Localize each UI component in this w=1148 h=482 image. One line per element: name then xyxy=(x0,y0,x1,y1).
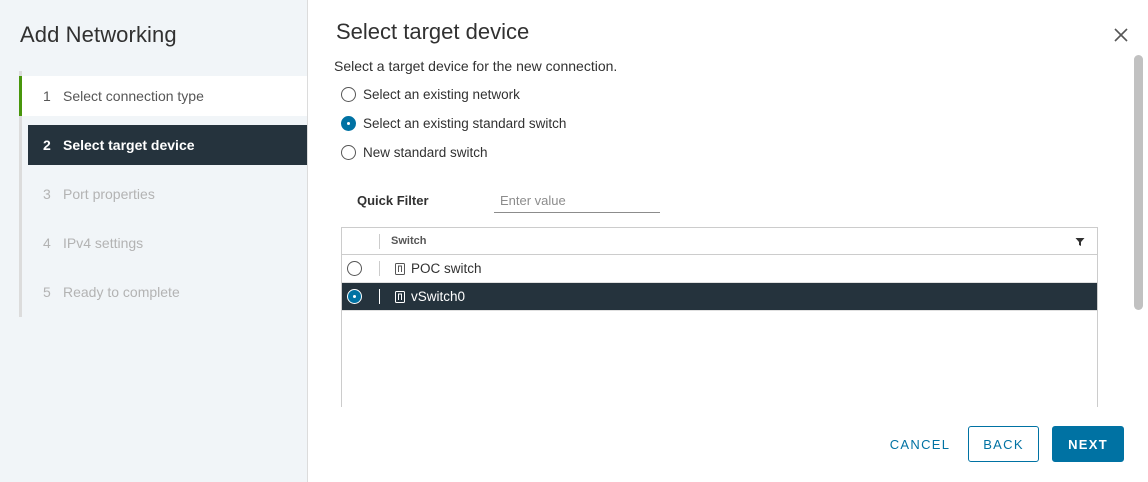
step-number: 1 xyxy=(43,88,51,104)
close-button[interactable] xyxy=(1112,26,1130,44)
row-radio[interactable] xyxy=(347,289,362,304)
wizard-step-select-target-device[interactable]: 2 Select target device xyxy=(28,125,307,165)
step-number: 3 xyxy=(43,186,51,202)
content-scrollbar[interactable] xyxy=(1130,55,1146,403)
option-existing-network[interactable]: Select an existing network xyxy=(341,87,520,102)
grid-header: Switch xyxy=(342,228,1097,255)
wizard-step-ipv4-settings: 4 IPv4 settings xyxy=(19,223,307,263)
switch-grid: Switch POC switch vSwitch0 xyxy=(341,227,1098,407)
option-label: New standard switch xyxy=(363,145,488,160)
row-radio[interactable] xyxy=(347,261,362,276)
selection-column-header xyxy=(342,228,380,254)
scrollbar-thumb[interactable] xyxy=(1134,55,1143,310)
step-label: Ready to complete xyxy=(63,284,180,300)
column-header-switch[interactable]: Switch xyxy=(380,235,426,247)
step-label: Port properties xyxy=(63,186,155,202)
step-number: 4 xyxy=(43,235,51,251)
row-select-cell[interactable] xyxy=(342,255,380,282)
step-label: Select target device xyxy=(63,137,195,153)
wizard-step-ready-to-complete: 5 Ready to complete xyxy=(19,272,307,312)
filter-icon xyxy=(1075,238,1085,246)
radio-existing-network[interactable] xyxy=(341,87,356,102)
wizard-title: Add Networking xyxy=(20,22,177,47)
page-subtitle: Select a target device for the new conne… xyxy=(334,58,618,74)
wizard-step-port-properties: 3 Port properties xyxy=(19,174,307,214)
cancel-button[interactable]: CANCEL xyxy=(884,426,956,462)
step-label: IPv4 settings xyxy=(63,235,144,251)
radio-new-standard-switch[interactable] xyxy=(341,145,356,160)
radio-existing-standard-switch[interactable] xyxy=(341,116,356,131)
option-label: Select an existing standard switch xyxy=(363,116,567,131)
table-row[interactable]: POC switch xyxy=(342,255,1097,283)
option-new-standard-switch[interactable]: New standard switch xyxy=(341,145,488,160)
wizard-step-select-connection-type[interactable]: 1 Select connection type xyxy=(19,76,307,116)
switch-name: vSwitch0 xyxy=(411,289,466,304)
switch-icon xyxy=(395,262,405,275)
table-row[interactable]: vSwitch0 xyxy=(342,283,1097,311)
wizard-sidebar: Add Networking 1 Select connection type … xyxy=(0,0,308,482)
next-button[interactable]: NEXT xyxy=(1052,426,1124,462)
step-label: Select connection type xyxy=(63,88,204,104)
option-label: Select an existing network xyxy=(363,87,520,102)
column-filter-button[interactable] xyxy=(1075,237,1085,247)
switch-icon xyxy=(395,290,405,303)
close-icon xyxy=(1114,28,1128,42)
back-button[interactable]: BACK xyxy=(968,426,1039,462)
step-number: 2 xyxy=(43,137,51,153)
row-select-cell[interactable] xyxy=(342,283,380,310)
quick-filter-label: Quick Filter xyxy=(357,193,429,208)
quick-filter-input[interactable] xyxy=(494,188,660,213)
option-existing-standard-switch[interactable]: Select an existing standard switch xyxy=(341,116,566,131)
switch-name: POC switch xyxy=(411,261,482,276)
step-number: 5 xyxy=(43,284,51,300)
page-title: Select target device xyxy=(336,19,530,44)
